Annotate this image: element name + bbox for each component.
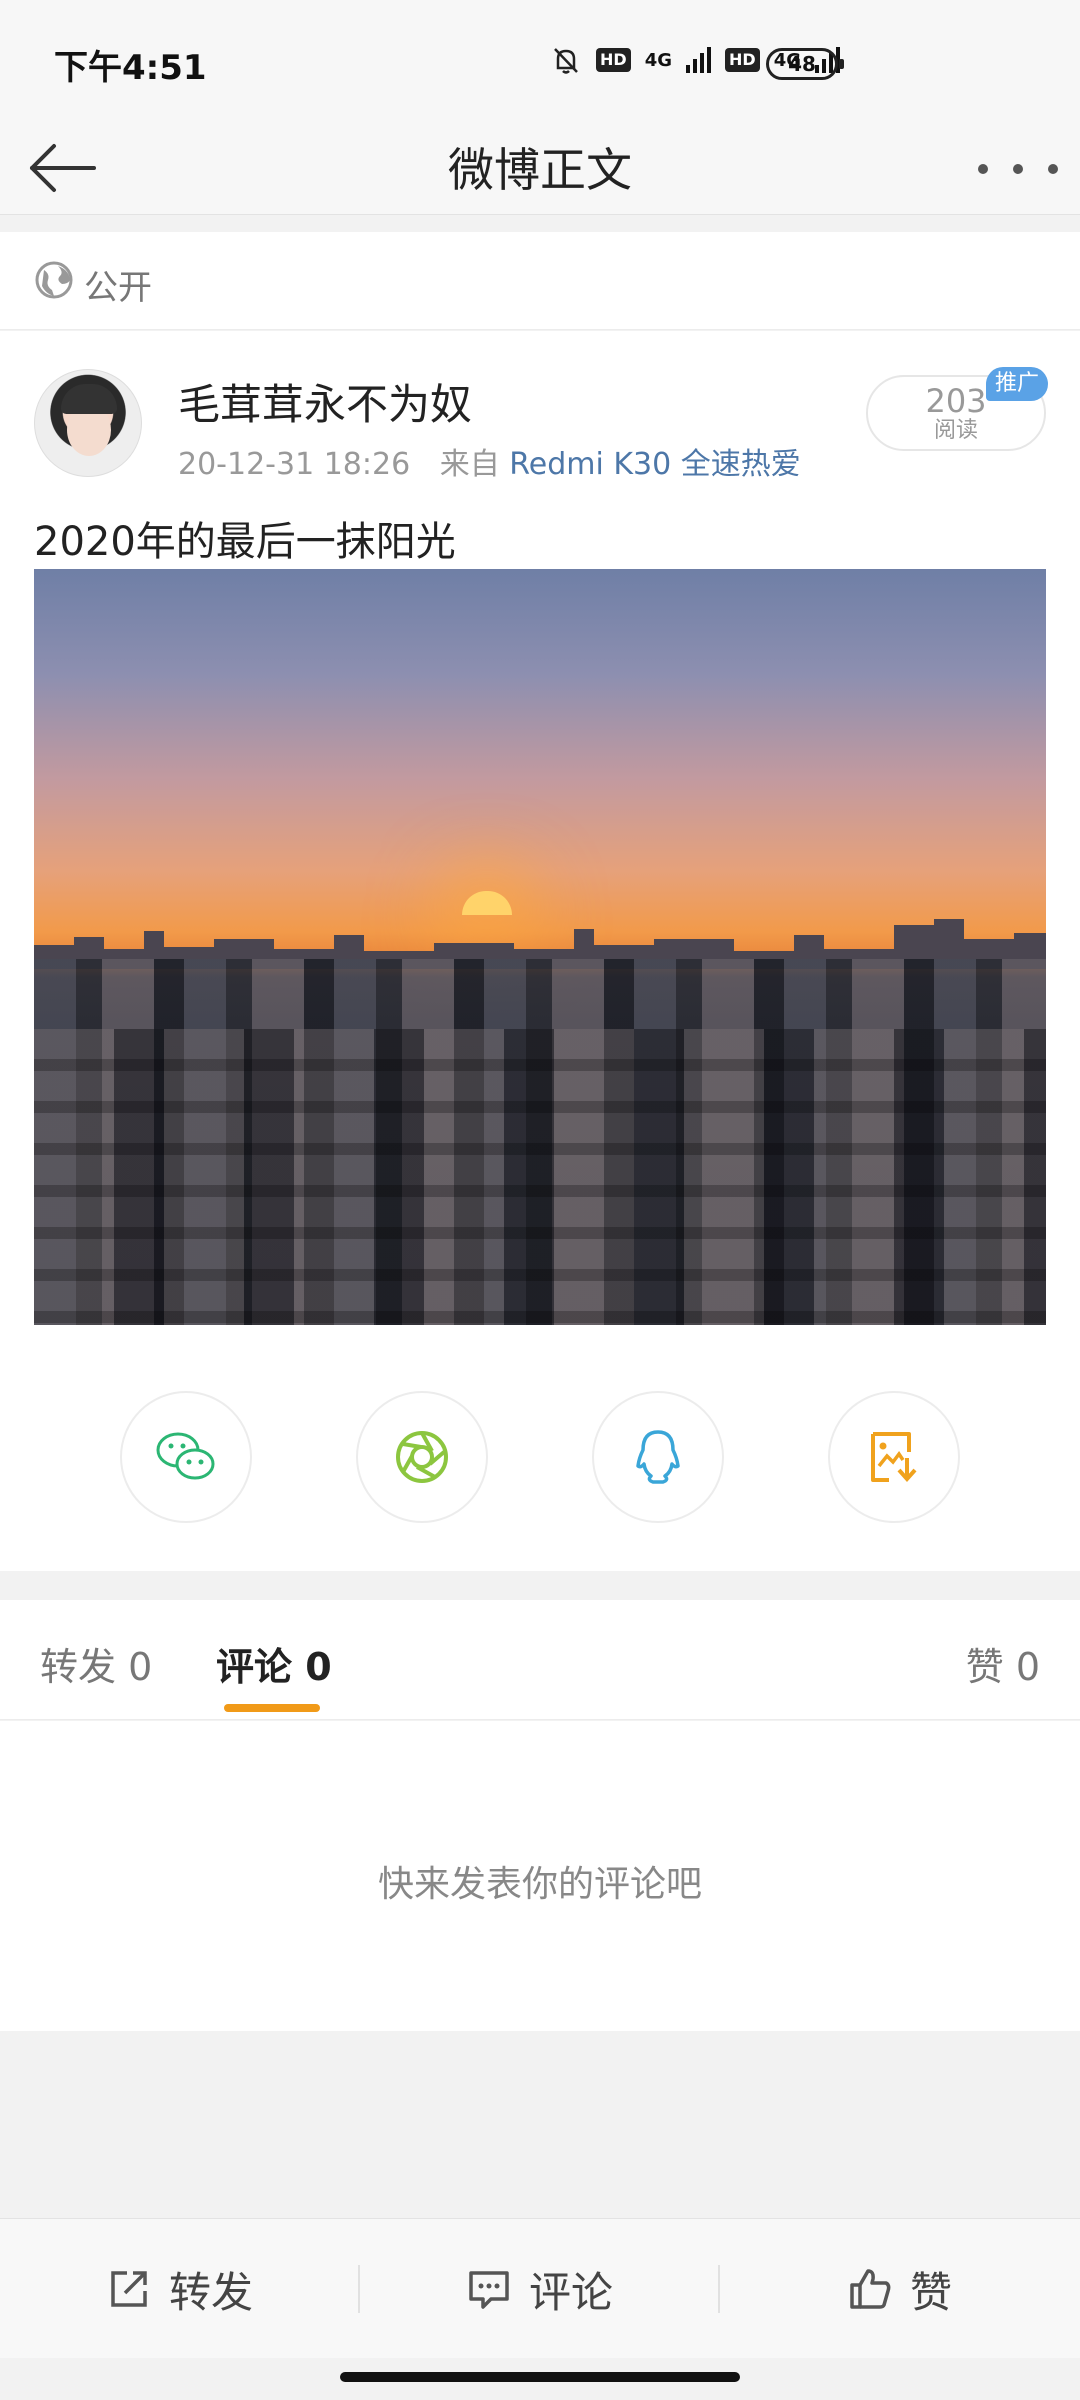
save-image-icon xyxy=(871,1432,917,1483)
hd-badge-2: HD xyxy=(725,48,760,72)
bottom-action-bar: 转发 评论 赞 xyxy=(0,2218,1080,2358)
share-moments-button[interactable] xyxy=(356,1391,488,1523)
promote-badge[interactable]: 推广 xyxy=(986,367,1048,401)
comment-label: 评论 xyxy=(528,2267,613,2317)
interaction-tabs: 转发 0 评论 0 赞 0 xyxy=(0,1600,1080,1720)
status-time: 下午4:51 xyxy=(54,48,207,88)
signal-icon xyxy=(686,47,712,73)
tab-underline xyxy=(224,1704,320,1712)
city-streets xyxy=(34,1029,1046,1325)
comment-bubble-icon xyxy=(469,2271,509,2309)
qq-icon xyxy=(636,1430,680,1484)
share-qq-button[interactable] xyxy=(592,1391,724,1523)
page-title: 微博正文 xyxy=(448,143,632,197)
thumbs-up-icon xyxy=(850,2269,891,2309)
tab-like[interactable]: 赞 0 xyxy=(966,1636,1040,1691)
post-card: 毛茸茸永不为奴 20-12-31 18:26 来自 Redmi K30 全速热爱… xyxy=(0,331,1080,1571)
post-meta: 20-12-31 18:26 来自 Redmi K30 全速热爱 xyxy=(178,439,801,483)
navigation-bar: 微博正文 xyxy=(0,120,1080,215)
tab-repost[interactable]: 转发 0 xyxy=(40,1636,152,1691)
post-image[interactable] xyxy=(34,569,1046,1325)
wechat-icon xyxy=(156,1432,215,1480)
post-date: 20-12-31 18:26 xyxy=(178,447,411,482)
share-row xyxy=(0,1391,1080,1527)
save-image-button[interactable] xyxy=(828,1391,960,1523)
hd-badge: HD xyxy=(596,48,631,72)
mute-bell-icon xyxy=(554,48,578,74)
like-button[interactable]: 赞 xyxy=(720,2219,1078,2359)
home-indicator[interactable] xyxy=(340,2372,740,2382)
more-options-button[interactable] xyxy=(978,144,1058,194)
author-name[interactable]: 毛茸茸永不为奴 xyxy=(178,371,472,432)
source-label: 来自 xyxy=(439,447,500,482)
comment-button[interactable]: 评论 xyxy=(360,2219,718,2359)
visibility-label: 公开 xyxy=(84,268,152,308)
post-text: 2020年的最后一抹阳光 xyxy=(34,519,456,565)
empty-comment-hint: 快来发表你的评论吧 xyxy=(377,1864,702,1905)
tab-comment[interactable]: 评论 0 xyxy=(216,1636,332,1691)
moments-icon xyxy=(396,1431,448,1483)
source-device-link[interactable]: Redmi K30 全速热爱 xyxy=(509,447,800,482)
share-wechat-button[interactable] xyxy=(120,1391,252,1523)
like-label: 赞 xyxy=(909,2267,952,2317)
status-bar: 下午4:51 HD 4G HD 4G 48 xyxy=(0,0,1080,120)
comments-empty-state: 快来发表你的评论吧 xyxy=(0,1721,1080,2031)
more-dots-icon xyxy=(978,164,988,174)
globe-icon xyxy=(35,261,73,299)
read-label: 阅读 xyxy=(933,418,978,443)
avatar[interactable] xyxy=(34,369,142,477)
network-type: 4G xyxy=(644,49,673,71)
repost-label: 转发 xyxy=(168,2267,253,2317)
battery-indicator: 48 xyxy=(766,48,844,80)
repost-button[interactable]: 转发 xyxy=(0,2219,358,2359)
share-arrow-icon xyxy=(111,2271,147,2307)
visibility-row: 公开 xyxy=(0,232,1080,330)
